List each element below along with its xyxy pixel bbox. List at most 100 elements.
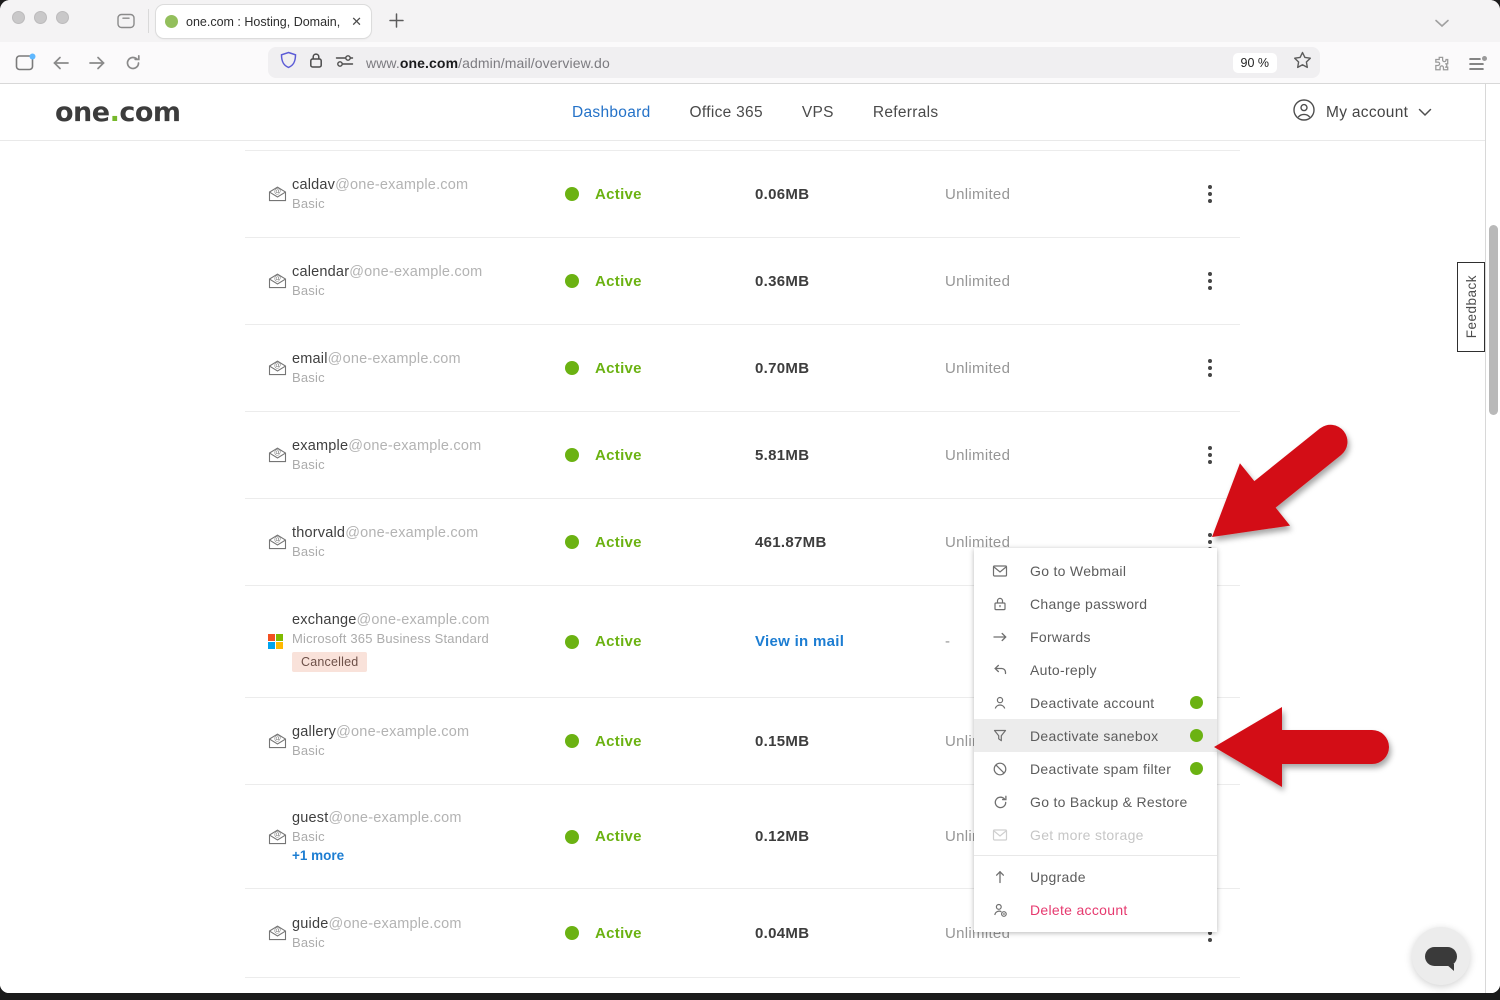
status-cell: Active (565, 633, 755, 650)
svg-text:@: @ (274, 189, 281, 196)
main-nav: Dashboard Office 365 VPS Referrals (572, 84, 938, 141)
window-traffic-lights[interactable] (12, 11, 69, 24)
new-tab-icon[interactable] (388, 12, 405, 34)
envelope-icon (992, 827, 1008, 843)
quota-label: Unlimited (945, 360, 1180, 377)
email-address: guide@one-example.com (292, 916, 565, 932)
status-dot (565, 361, 579, 375)
status-cell: Active (565, 534, 755, 551)
forward-icon[interactable] (88, 55, 106, 76)
table-row-calendar: @ calendar@one-example.comBasic Active 0… (245, 238, 1240, 325)
svg-text:@: @ (274, 276, 281, 283)
status-cell: Active (565, 360, 755, 377)
url-text: www.one.com/admin/mail/overview.do (366, 55, 610, 71)
status-label: Active (595, 360, 642, 377)
back-icon[interactable] (52, 55, 70, 76)
arrow-up-icon (992, 869, 1008, 885)
email-address: calendar@one-example.com (292, 264, 565, 280)
mailbox-icon: @ (245, 273, 292, 289)
mailbox-icon: @ (245, 360, 292, 376)
plan-label: Basic (292, 457, 565, 472)
nav-vps[interactable]: VPS (802, 104, 834, 122)
nav-dashboard[interactable]: Dashboard (572, 104, 651, 122)
status-dot (565, 448, 579, 462)
reload-icon[interactable] (124, 54, 142, 77)
status-cell: Active (565, 186, 755, 203)
scrollbar-thumb[interactable] (1489, 225, 1498, 415)
mailbox-size: 0.15MB (755, 733, 945, 750)
status-label: Active (595, 633, 642, 650)
row-menu-button[interactable] (1180, 264, 1240, 298)
list-all-tabs-icon[interactable] (1434, 15, 1450, 33)
status-cell: Active (565, 828, 755, 845)
row-menu-button[interactable] (1180, 438, 1240, 472)
one-com-logo[interactable]: one.com (55, 97, 181, 128)
tab-close-icon[interactable]: ✕ (351, 14, 362, 30)
menu-item-deactivate-spam-filter[interactable]: Deactivate spam filter (974, 752, 1217, 785)
status-dot (565, 830, 579, 844)
menu-item-delete-account[interactable]: Delete account (974, 893, 1217, 926)
menu-divider (974, 855, 1217, 856)
url-bar[interactable]: www.one.com/admin/mail/overview.do 90 % (268, 47, 1320, 78)
chat-widget-button[interactable] (1412, 927, 1470, 985)
svg-text:@: @ (274, 363, 281, 370)
menu-item-go-to-webmail[interactable]: Go to Webmail (974, 554, 1217, 587)
more-aliases-link[interactable]: +1 more (292, 848, 565, 863)
restore-arrow-icon (992, 794, 1008, 810)
tab-title: one.com : Hosting, Domain, Ema (186, 15, 343, 29)
status-cell: Active (565, 273, 755, 290)
status-label: Active (595, 828, 642, 845)
plan-label: Basic (292, 370, 565, 385)
menu-item-upgrade[interactable]: Upgrade (974, 860, 1217, 893)
my-account-menu[interactable]: My account (1292, 84, 1432, 141)
firefox-view-icon[interactable] (15, 53, 36, 77)
menu-item-deactivate-account[interactable]: Deactivate account (974, 686, 1217, 719)
menu-hamburger-icon[interactable] (1468, 56, 1488, 77)
mailbox-icon: @ (245, 186, 292, 202)
menu-item-change-password[interactable]: Change password (974, 587, 1217, 620)
svg-text:@: @ (274, 928, 281, 935)
plan-label: Microsoft 365 Business Standard (292, 631, 565, 646)
menu-item-forwards[interactable]: Forwards (974, 620, 1217, 653)
lock-icon[interactable] (309, 52, 323, 74)
browser-tab[interactable]: one.com : Hosting, Domain, Ema ✕ (156, 5, 371, 38)
permissions-icon[interactable] (335, 54, 354, 72)
page-scrollbar[interactable] (1485, 84, 1500, 993)
feedback-tab[interactable]: Feedback (1457, 262, 1485, 352)
funnel-icon (992, 728, 1008, 744)
browser-toolbar: www.one.com/admin/mail/overview.do 90 % (0, 42, 1500, 84)
bookmark-star-icon[interactable] (1293, 51, 1312, 74)
row-menu-button[interactable] (1180, 351, 1240, 385)
mailbox-icon: @ (245, 925, 292, 941)
mailbox-size: 0.06MB (755, 186, 945, 203)
email-address: email@one-example.com (292, 351, 565, 367)
tab-separator (148, 9, 149, 33)
zoom-level-chip[interactable]: 90 % (1233, 53, 1278, 73)
row-menu-button[interactable] (1180, 177, 1240, 211)
cancelled-badge: Cancelled (292, 652, 367, 672)
quota-label: Unlimited (945, 447, 1180, 464)
status-cell: Active (565, 925, 755, 942)
email-address: thorvald@one-example.com (292, 525, 565, 541)
email-address: caldav@one-example.com (292, 177, 565, 193)
svg-text:@: @ (274, 450, 281, 457)
menu-item-backup-restore[interactable]: Go to Backup & Restore (974, 785, 1217, 818)
email-address: exchange@one-example.com (292, 612, 565, 628)
plan-label: Basic (292, 743, 565, 758)
nav-office-365[interactable]: Office 365 (690, 104, 763, 122)
chat-bubble-icon (1425, 947, 1457, 966)
menu-item-deactivate-sanebox[interactable]: Deactivate sanebox (974, 719, 1217, 752)
enabled-dot (1190, 729, 1203, 742)
downloads-icon[interactable] (117, 13, 135, 34)
table-row-email: @ email@one-example.comBasic Active 0.70… (245, 325, 1240, 412)
menu-item-auto-reply[interactable]: Auto-reply (974, 653, 1217, 686)
svg-text:@: @ (274, 537, 281, 544)
enabled-dot (1190, 696, 1203, 709)
blocked-circle-icon (992, 761, 1008, 777)
extensions-puzzle-icon[interactable] (1432, 54, 1451, 78)
status-label: Active (595, 447, 642, 464)
view-in-mail-link[interactable]: View in mail (755, 633, 945, 650)
plan-label: Basic (292, 935, 565, 950)
shield-icon[interactable] (280, 51, 297, 74)
nav-referrals[interactable]: Referrals (873, 104, 939, 122)
